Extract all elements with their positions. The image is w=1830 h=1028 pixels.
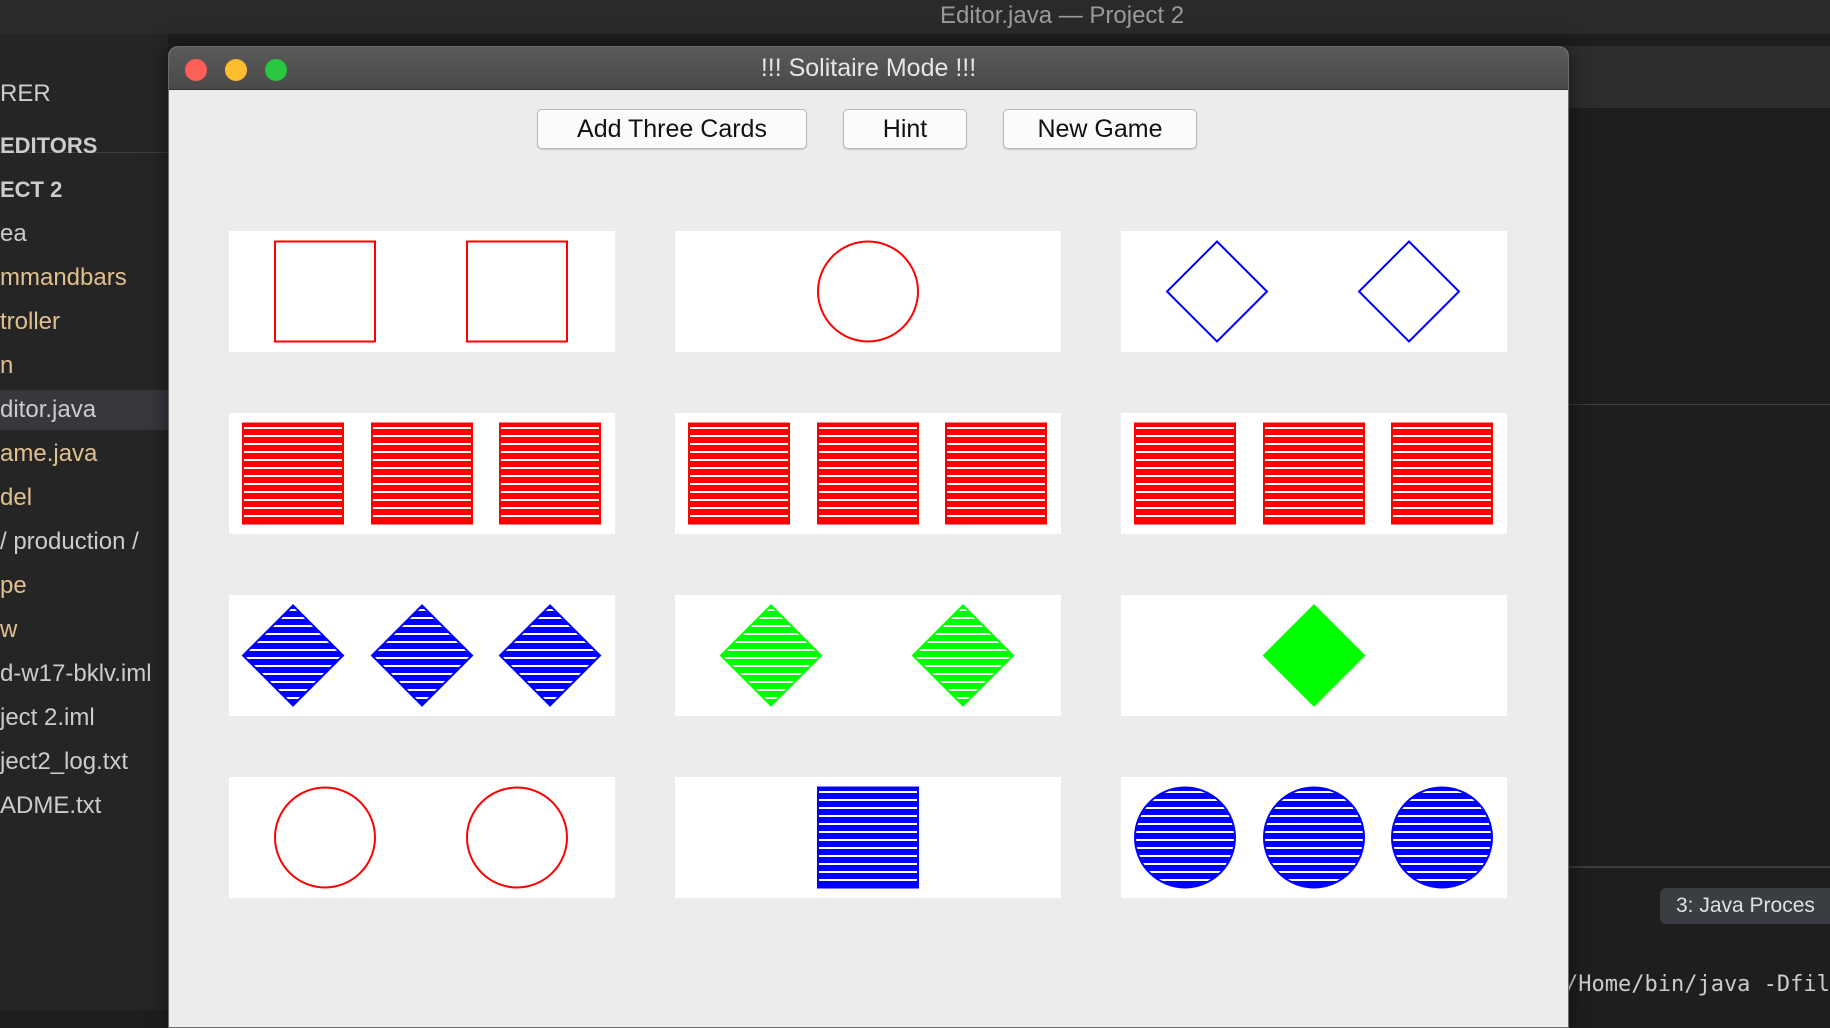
card-graphic <box>1165 240 1461 343</box>
solitaire-window: !!! Solitaire Mode !!! Add Three Cards H… <box>168 46 1569 1028</box>
diamond-symbol <box>1262 604 1366 707</box>
sidebar-item[interactable]: ject 2.iml <box>0 698 95 738</box>
editor-tabstrip <box>1565 46 1830 108</box>
sidebar-item[interactable]: RER <box>0 74 51 114</box>
oval-symbol <box>1391 786 1493 889</box>
rectangle-symbol <box>945 422 1047 525</box>
sidebar-item[interactable]: ame.java <box>0 434 97 474</box>
window-titlebar[interactable]: !!! Solitaire Mode !!! <box>169 47 1568 90</box>
sidebar-item[interactable]: ECT 2 <box>0 170 62 210</box>
card-graphic <box>688 422 1047 525</box>
sidebar-item[interactable]: EDITORS <box>0 126 97 166</box>
rectangle-symbol <box>817 786 919 889</box>
diamond-symbol <box>1357 240 1461 343</box>
ide-titlebar: Editor.java — Project 2 <box>0 0 1830 34</box>
card-graphic <box>1134 786 1493 889</box>
card-graphic <box>719 604 1015 707</box>
editor-area <box>1565 34 1830 1010</box>
editor-split <box>1565 404 1830 405</box>
sidebar-item[interactable]: mmandbars <box>0 258 127 298</box>
rectangle-symbol <box>242 422 344 525</box>
sidebar-item[interactable]: n <box>0 346 13 386</box>
card-graphic <box>1134 422 1493 525</box>
card-3[interactable] <box>1121 231 1507 352</box>
card-5[interactable] <box>675 413 1061 534</box>
hint-button[interactable]: Hint <box>843 109 967 149</box>
card-12[interactable] <box>1121 777 1507 898</box>
card-graphic <box>242 422 601 525</box>
diamond-symbol <box>911 604 1015 707</box>
sidebar-item[interactable]: ditor.java <box>0 390 168 430</box>
sidebar-item[interactable]: pe <box>0 566 27 606</box>
diamond-symbol <box>241 604 345 707</box>
diamond-symbol <box>498 604 602 707</box>
rectangle-symbol <box>1263 422 1365 525</box>
card-6[interactable] <box>1121 413 1507 534</box>
card-graphic <box>817 240 919 343</box>
rectangle-symbol <box>1134 422 1236 525</box>
sidebar-item[interactable]: ea <box>0 214 27 254</box>
card-graphic <box>241 604 602 707</box>
card-graphic <box>274 240 568 343</box>
add-three-cards-button[interactable]: Add Three Cards <box>537 109 807 149</box>
diamond-symbol <box>719 604 823 707</box>
card-11[interactable] <box>675 777 1061 898</box>
card-9[interactable] <box>1121 595 1507 716</box>
sidebar-item[interactable]: troller <box>0 302 60 342</box>
diamond-symbol <box>370 604 474 707</box>
card-graphic <box>817 786 919 889</box>
card-1[interactable] <box>229 231 615 352</box>
diamond-symbol <box>1165 240 1269 343</box>
card-10[interactable] <box>229 777 615 898</box>
sidebar-item[interactable]: del <box>0 478 32 518</box>
oval-symbol <box>817 240 919 343</box>
explorer-sidebar: RER EDITORS ECT 2 ea mmandbars troller n ditor.… <box>0 34 168 1010</box>
new-game-button[interactable]: New Game <box>1003 109 1197 149</box>
terminal-output: /Home/bin/java -Dfil <box>1565 972 1830 997</box>
card-8[interactable] <box>675 595 1061 716</box>
rectangle-symbol <box>1391 422 1493 525</box>
ide-window-title: Editor.java — Project 2 <box>940 2 1185 29</box>
oval-symbol <box>1134 786 1236 889</box>
card-graphic <box>274 786 568 889</box>
rectangle-symbol <box>274 240 376 343</box>
sidebar-item[interactable]: ject2_log.txt <box>0 742 128 782</box>
rectangle-symbol <box>466 240 568 343</box>
sidebar-item[interactable]: ADME.txt <box>0 786 101 826</box>
oval-symbol <box>274 786 376 889</box>
oval-symbol <box>466 786 568 889</box>
rectangle-symbol <box>371 422 473 525</box>
oval-symbol <box>1263 786 1365 889</box>
rectangle-symbol <box>817 422 919 525</box>
card-2[interactable] <box>675 231 1061 352</box>
card-4[interactable] <box>229 413 615 534</box>
rectangle-symbol <box>688 422 790 525</box>
rectangle-symbol <box>499 422 601 525</box>
card-graphic <box>1262 604 1366 707</box>
card-7[interactable] <box>229 595 615 716</box>
sidebar-item[interactable]: / production / <box>0 522 139 562</box>
terminal-tab[interactable]: 3: Java Proces <box>1660 888 1830 924</box>
sidebar-item[interactable]: w <box>0 610 17 650</box>
window-title: !!! Solitaire Mode !!! <box>760 54 977 82</box>
sidebar-item[interactable]: d-w17-bklv.iml <box>0 654 152 694</box>
